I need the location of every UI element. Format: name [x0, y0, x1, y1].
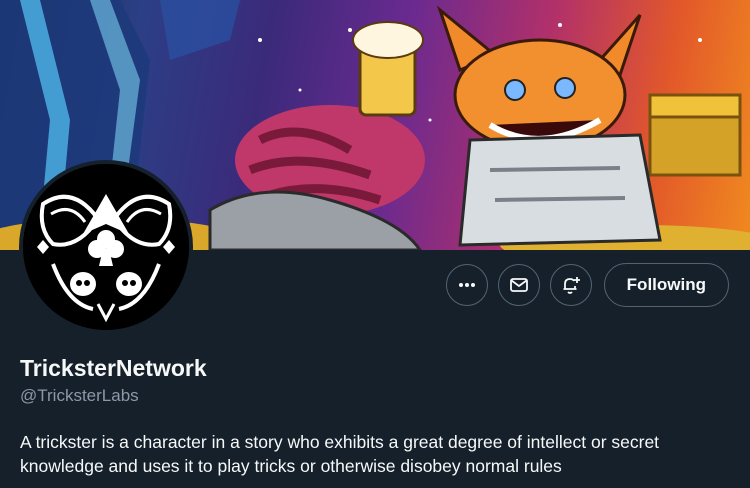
more-horizontal-icon	[458, 283, 475, 287]
envelope-icon	[509, 278, 528, 292]
profile-avatar[interactable]	[19, 160, 193, 334]
user-handle: @TricksterLabs	[20, 386, 139, 405]
profile-actions: Following	[445, 263, 729, 307]
more-button[interactable]	[445, 264, 488, 306]
avatar-image	[23, 164, 189, 330]
club-emblem-icon	[23, 164, 189, 330]
display-name: TricksterNetwork	[20, 355, 207, 381]
following-button[interactable]: Following	[603, 263, 729, 307]
bell-plus-icon	[563, 277, 580, 294]
profile-bio: A trickster is a character in a story wh…	[20, 432, 660, 476]
message-button[interactable]	[497, 264, 540, 306]
notifications-button[interactable]	[549, 264, 592, 306]
